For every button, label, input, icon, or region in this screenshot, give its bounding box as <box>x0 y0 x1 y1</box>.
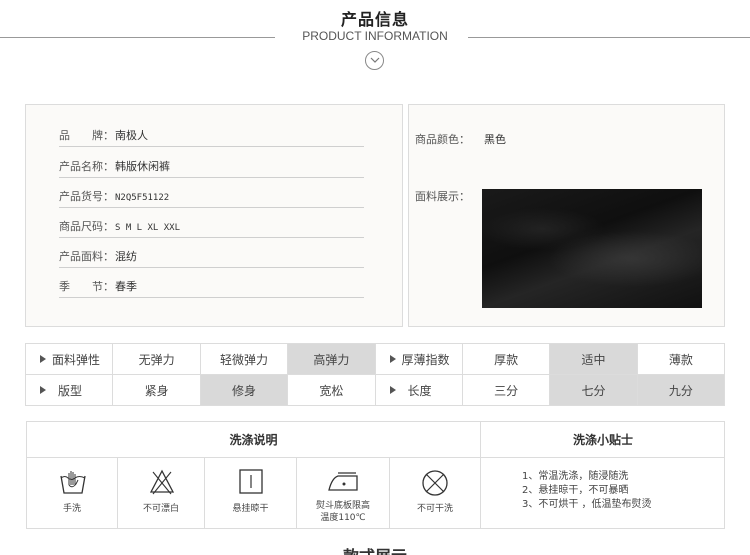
wash-tip: 1、常温洗涤，随浸随洗 <box>522 471 629 482</box>
wash-caption-line: 熨斗底板限高 <box>315 501 370 511</box>
next-section-title: 款式展示 <box>0 543 750 555</box>
info-value: N2Q5F51122 <box>115 193 170 203</box>
fabric-label: 面料展示： <box>415 190 470 203</box>
wash-tips: 1、常温洗涤，随浸随洗 2、悬挂晾干，不可暴晒 3、不可烘干 ，低温垫布熨烫 <box>482 458 725 528</box>
wash-caption: 不可干洗 <box>416 504 453 514</box>
wash-cell: 熨斗底板限高 温度110℃ <box>297 458 390 528</box>
attribute-option-selected: 九分 <box>637 375 726 406</box>
attribute-grid: 面料弹性 无弹力 轻微弹力 高弹力 厚薄指数 厚款 适中 薄款 版型 紧身 修身… <box>25 343 726 406</box>
wash-caption-line: 温度110℃ <box>320 513 366 523</box>
color-value: 黑色 <box>484 133 506 146</box>
info-key: 产品名称： <box>59 160 114 173</box>
triangle-right-icon <box>40 386 46 394</box>
color-label: 商品颜色： <box>415 133 470 146</box>
info-key: 品 牌： <box>59 129 114 142</box>
section-subtitle: PRODUCT INFORMATION <box>302 29 448 43</box>
attribute-option: 三分 <box>462 375 551 406</box>
chevron-down-icon <box>365 51 384 70</box>
wash-tip: 3、不可烘干 ，低温垫布熨烫 <box>522 499 652 510</box>
attribute-option-selected: 高弹力 <box>288 344 376 375</box>
info-row-brand: 品 牌：南极人 <box>59 125 364 147</box>
info-value: 春季 <box>115 280 137 293</box>
attribute-option-selected: 七分 <box>550 375 638 406</box>
section-header: 产品信息 PRODUCT INFORMATION <box>0 0 750 80</box>
attribute-option: 薄款 <box>637 344 726 375</box>
wash-cell: 手洗 <box>27 458 118 528</box>
attribute-label: 面料弹性 <box>26 344 114 375</box>
info-row-fabric: 产品面料：混纺 <box>59 246 364 268</box>
wash-caption: 不可漂白 <box>142 504 179 514</box>
color-row: 商品颜色： 黑色 <box>415 131 506 147</box>
attribute-option: 厚款 <box>462 344 551 375</box>
wash-caption: 熨斗底板限高 温度110℃ <box>297 500 389 524</box>
triangle-right-icon <box>40 355 46 363</box>
triangle-right-icon <box>389 355 396 363</box>
attribute-label: 长度 <box>375 375 463 406</box>
wash-caption: 手洗 <box>62 504 81 514</box>
color-fabric-panel: 商品颜色： 黑色 面料展示： <box>408 104 725 327</box>
info-value: 混纺 <box>115 250 137 263</box>
attribute-label: 版型 <box>26 375 114 406</box>
no-dry-clean-icon <box>422 470 448 496</box>
wash-table: 洗涤说明 洗涤小贴士 手洗 不可漂白 悬挂晾干 熨斗底板限高 温度110℃ 不可… <box>26 421 725 529</box>
wash-instructions-header: 洗涤说明 <box>27 422 481 458</box>
attribute-label: 厚薄指数 <box>375 344 463 375</box>
iron-icon <box>328 472 358 491</box>
wash-caption: 悬挂晾干 <box>232 504 269 514</box>
attribute-option-selected: 适中 <box>550 344 638 375</box>
hang-dry-icon <box>239 469 263 494</box>
attribute-option: 宽松 <box>288 375 376 406</box>
attribute-row: 版型 紧身 修身 宽松 长度 三分 七分 九分 <box>26 375 726 406</box>
attribute-option-selected: 修身 <box>200 375 289 406</box>
attribute-option: 紧身 <box>113 375 201 406</box>
no-bleach-icon <box>149 469 175 495</box>
info-key: 季 节： <box>59 280 114 293</box>
info-value: 南极人 <box>115 129 148 142</box>
info-row-sku: 产品货号：N2Q5F51122 <box>59 186 364 208</box>
fabric-swatch-image <box>482 189 702 308</box>
attribute-option: 轻微弹力 <box>200 344 289 375</box>
product-info-panel: 品 牌：南极人 产品名称：韩版休闲裤 产品货号：N2Q5F51122 商品尺码：… <box>25 104 403 327</box>
info-value: S M L XL XXL <box>115 223 181 233</box>
info-row-size: 商品尺码：S M L XL XXL <box>59 216 364 238</box>
wash-cell: 不可漂白 <box>118 458 205 528</box>
hand-wash-icon <box>60 471 86 494</box>
wash-cell: 不可干洗 <box>390 458 481 528</box>
attribute-row: 面料弹性 无弹力 轻微弹力 高弹力 厚薄指数 厚款 适中 薄款 <box>26 344 726 375</box>
section-title: 产品信息 <box>340 10 409 29</box>
info-key: 产品面料： <box>59 250 114 263</box>
info-row-name: 产品名称：韩版休闲裤 <box>59 156 364 178</box>
wash-cell: 悬挂晾干 <box>205 458 297 528</box>
info-key: 商品尺码： <box>59 220 114 233</box>
info-key: 产品货号： <box>59 190 114 203</box>
attribute-option: 无弹力 <box>113 344 201 375</box>
wash-tip: 2、悬挂晾干，不可暴晒 <box>522 485 629 496</box>
info-value: 韩版休闲裤 <box>115 160 170 173</box>
info-row-season: 季 节：春季 <box>59 276 364 298</box>
triangle-right-icon <box>389 386 396 394</box>
wash-tips-header: 洗涤小贴士 <box>481 422 725 458</box>
